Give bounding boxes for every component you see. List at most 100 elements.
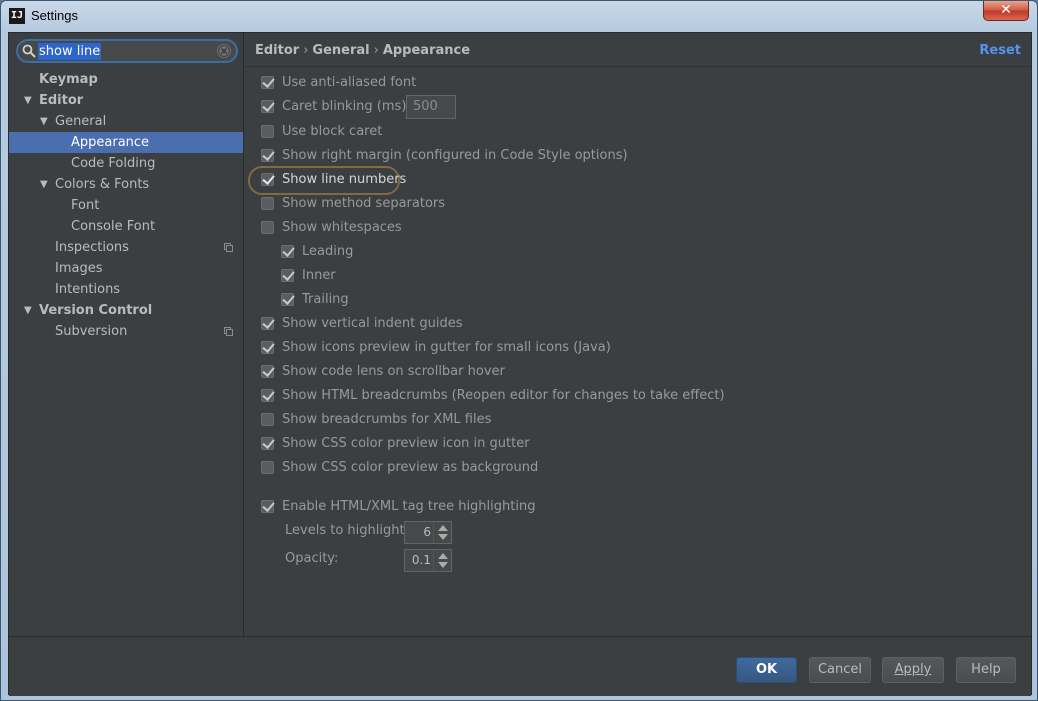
expanded-arrow-icon[interactable]: ▼ bbox=[24, 90, 36, 111]
levels-value[interactable]: 6 bbox=[423, 522, 431, 543]
opacity-label: Opacity: bbox=[285, 551, 339, 566]
option-label: Show CSS color preview icon in gutter bbox=[282, 436, 530, 451]
option-label: Show whitespaces bbox=[282, 220, 402, 235]
tree-item-label: Editor bbox=[39, 93, 84, 108]
levels-spinner[interactable]: 6 bbox=[404, 521, 452, 544]
tree-item-code-folding[interactable]: Code Folding bbox=[9, 153, 243, 174]
checkbox[interactable] bbox=[261, 125, 274, 138]
tree-item-label: Appearance bbox=[71, 135, 150, 150]
clear-search-icon[interactable] bbox=[216, 43, 232, 59]
checkbox[interactable] bbox=[261, 173, 274, 186]
tree-item-editor[interactable]: ▼ Editor bbox=[9, 90, 243, 111]
settings-tree: Keymap ▼ Editor ▼ General Appearance Cod… bbox=[9, 69, 243, 342]
project-level-icon bbox=[224, 327, 233, 336]
option-label: Use anti-aliased font bbox=[282, 75, 417, 90]
option-label: Use block caret bbox=[282, 124, 383, 139]
caret-blinking-ms-input[interactable]: 500 bbox=[406, 95, 456, 119]
search-field[interactable]: show line bbox=[16, 39, 238, 63]
cancel-button[interactable]: Cancel bbox=[809, 657, 871, 683]
checkbox[interactable] bbox=[281, 293, 294, 306]
tree-item-keymap[interactable]: Keymap bbox=[9, 69, 243, 90]
checkbox[interactable] bbox=[261, 437, 274, 450]
breadcrumb-item: Editor bbox=[255, 43, 300, 58]
breadcrumb-item: General bbox=[312, 43, 370, 58]
expanded-arrow-icon[interactable]: ▼ bbox=[40, 111, 52, 132]
option-label: Show method separators bbox=[282, 196, 446, 211]
tree-item-inspections[interactable]: Inspections bbox=[9, 237, 243, 258]
tree-item-label: Images bbox=[55, 261, 103, 276]
checkbox[interactable] bbox=[261, 365, 274, 378]
option-label: Trailing bbox=[302, 292, 349, 307]
spinner-buttons[interactable] bbox=[433, 522, 451, 543]
tree-item-label: Intentions bbox=[55, 282, 121, 297]
tree-item-console-font[interactable]: Console Font bbox=[9, 216, 243, 237]
checkbox[interactable] bbox=[281, 245, 294, 258]
tree-item-label: General bbox=[55, 114, 107, 129]
window-title: Settings bbox=[31, 8, 78, 23]
appearance-panel: Editor › General › Appearance Reset Use anti… bbox=[245, 33, 1031, 636]
spinner-buttons[interactable] bbox=[433, 550, 451, 571]
tree-item-label: Font bbox=[71, 198, 100, 213]
tree-item-label: Inspections bbox=[55, 240, 129, 255]
tree-item-appearance[interactable]: Appearance bbox=[9, 132, 243, 153]
tree-item-label: Subversion bbox=[55, 324, 128, 339]
checkbox[interactable] bbox=[261, 413, 274, 426]
opacity-spinner[interactable]: 0.1 bbox=[404, 549, 452, 572]
reset-link[interactable]: Reset bbox=[979, 43, 1021, 58]
option-label: Show vertical indent guides bbox=[282, 316, 463, 331]
decrement-arrow-icon[interactable] bbox=[438, 562, 448, 568]
tree-item-subversion[interactable]: Subversion bbox=[9, 321, 243, 342]
project-level-icon bbox=[224, 243, 233, 252]
option-label: Show line numbers bbox=[282, 172, 407, 187]
checkbox[interactable] bbox=[261, 389, 274, 402]
option-label: Inner bbox=[302, 268, 336, 283]
checkbox[interactable] bbox=[261, 197, 274, 210]
tree-item-label: Console Font bbox=[71, 219, 156, 234]
increment-arrow-icon[interactable] bbox=[438, 525, 448, 531]
option-label: Caret blinking (ms): bbox=[282, 99, 411, 114]
breadcrumb-item: Appearance bbox=[382, 43, 471, 58]
apply-button[interactable]: Apply bbox=[882, 657, 944, 683]
window-close-button[interactable]: ✕ bbox=[983, 1, 1029, 21]
dialog-body: show line Keymap ▼ Editor ▼ General Appe… bbox=[8, 32, 1032, 696]
checkbox[interactable] bbox=[281, 269, 294, 282]
increment-arrow-icon[interactable] bbox=[438, 553, 448, 559]
expanded-arrow-icon[interactable]: ▼ bbox=[40, 174, 52, 195]
option-label: Show CSS color preview as background bbox=[282, 460, 539, 475]
option-label: Show breadcrumbs for XML files bbox=[282, 412, 492, 427]
search-input[interactable]: show line bbox=[38, 43, 102, 60]
apply-label: Apply bbox=[894, 662, 932, 677]
opacity-value[interactable]: 0.1 bbox=[412, 550, 431, 571]
option-label: Show HTML breadcrumbs (Reopen editor for… bbox=[282, 388, 725, 403]
checkbox[interactable] bbox=[261, 100, 274, 113]
help-button[interactable]: Help bbox=[956, 657, 1016, 683]
tree-item-label: Code Folding bbox=[71, 156, 156, 171]
checkbox[interactable] bbox=[261, 341, 274, 354]
option-label: Enable HTML/XML tag tree highlighting bbox=[282, 499, 536, 514]
option-label: Show right margin (configured in Code St… bbox=[282, 148, 628, 163]
breadcrumb: Editor › General › Appearance bbox=[255, 43, 470, 58]
checkbox[interactable] bbox=[261, 317, 274, 330]
title-bar: IJ Settings ✕ bbox=[1, 1, 1037, 31]
tree-item-version-control[interactable]: ▼ Version Control bbox=[9, 300, 243, 321]
decrement-arrow-icon[interactable] bbox=[438, 534, 448, 540]
tree-item-label: Colors & Fonts bbox=[55, 177, 150, 192]
tree-item-label: Version Control bbox=[39, 303, 153, 318]
checkbox[interactable] bbox=[261, 221, 274, 234]
breadcrumb-separator: › bbox=[373, 43, 379, 58]
checkbox[interactable] bbox=[261, 76, 274, 89]
tree-item-colors-fonts[interactable]: ▼ Colors & Fonts bbox=[9, 174, 243, 195]
checkbox[interactable] bbox=[261, 461, 274, 474]
dialog-footer: OK Cancel Apply Help bbox=[9, 636, 1031, 696]
ok-button[interactable]: OK bbox=[736, 657, 797, 683]
tree-item-intentions[interactable]: Intentions bbox=[9, 279, 243, 300]
settings-window: IJ Settings ✕ show line Keymap ▼ Editor … bbox=[0, 0, 1038, 701]
checkbox[interactable] bbox=[261, 500, 274, 513]
tree-item-images[interactable]: Images bbox=[9, 258, 243, 279]
tree-item-label: Keymap bbox=[39, 72, 98, 87]
checkbox[interactable] bbox=[261, 149, 274, 162]
tree-item-font[interactable]: Font bbox=[9, 195, 243, 216]
expanded-arrow-icon[interactable]: ▼ bbox=[24, 300, 36, 321]
levels-label: Levels to highlight: bbox=[285, 523, 409, 538]
tree-item-general[interactable]: ▼ General bbox=[9, 111, 243, 132]
